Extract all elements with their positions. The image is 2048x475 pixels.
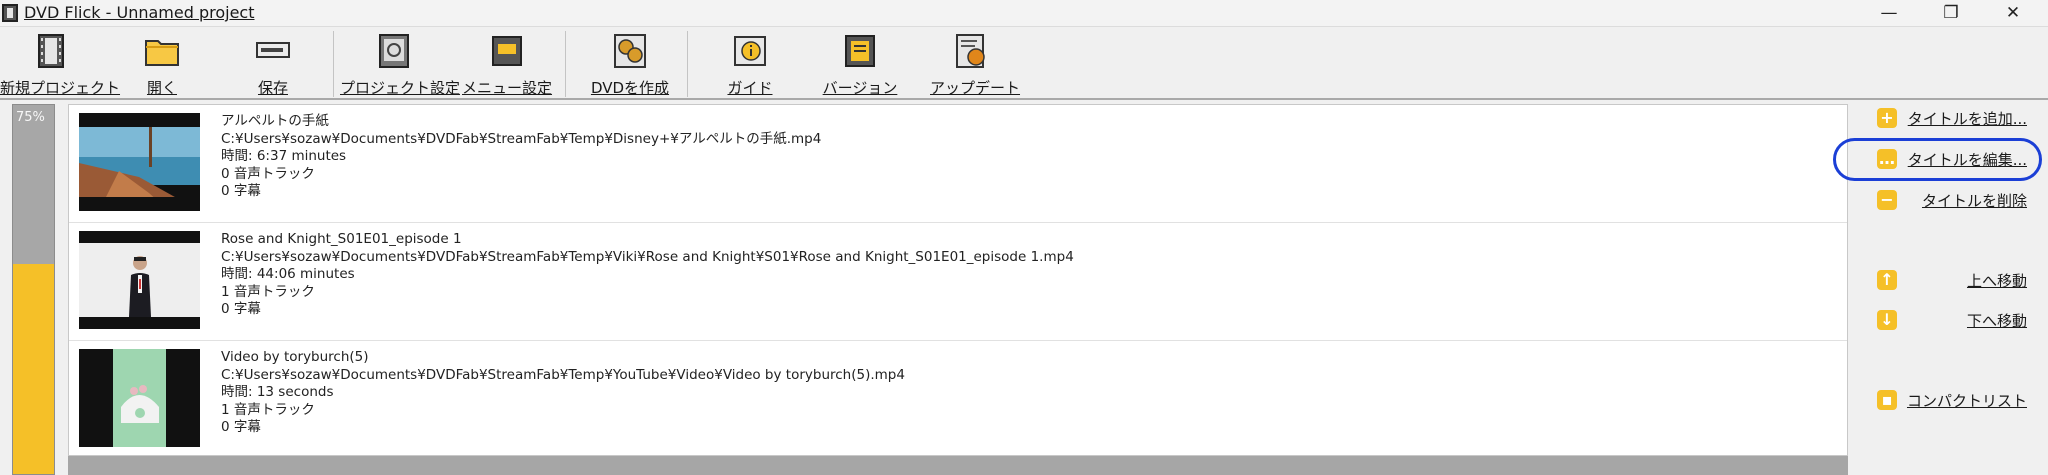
menu-settings-icon <box>492 36 522 66</box>
project-settings-button[interactable]: プロジェクト設定 <box>340 33 461 99</box>
title-audio-tracks: 1 音声トラック <box>221 283 315 300</box>
menu-settings-label: メニュー設定 <box>462 79 553 97</box>
title-list-item[interactable]: Rose and Knight_S01E01_episode 1 C:¥User… <box>69 223 1847 341</box>
title-duration: 時間: 44:06 minutes <box>221 266 355 283</box>
create-dvd-icon <box>614 34 646 68</box>
delete-title-label: タイトルを削除 <box>1921 192 2027 210</box>
title-path: C:¥Users¥sozaw¥Documents¥DVDFab¥StreamFa… <box>221 366 905 383</box>
version-label: バージョン <box>822 79 898 97</box>
add-title-label: タイトルを追加... <box>1907 110 2027 128</box>
title-subtitles: 0 字幕 <box>221 419 261 436</box>
save-button[interactable]: 保存 <box>243 33 303 99</box>
window-title: DVD Flick - Unnamed project <box>24 3 255 22</box>
folder-icon <box>145 40 179 66</box>
compact-list-label: コンパクトリスト <box>1906 392 2027 410</box>
toolbar-separator <box>565 31 566 97</box>
update-icon <box>956 34 985 68</box>
title-name: Rose and Knight_S01E01_episode 1 <box>221 231 462 247</box>
version-button[interactable]: バージョン <box>822 33 898 99</box>
remove-icon: − <box>1877 190 1897 210</box>
video-thumbnail <box>79 113 200 211</box>
capacity-percent: 75% <box>16 110 45 125</box>
title-path: C:¥Users¥sozaw¥Documents¥DVDFab¥StreamFa… <box>221 130 822 147</box>
update-button[interactable]: アップデート <box>930 33 1021 99</box>
guide-label: ガイド <box>727 79 773 97</box>
open-button[interactable]: 開く <box>132 33 192 99</box>
create-dvd-label: DVDを作成 <box>590 79 670 97</box>
list-empty-area <box>68 456 1848 475</box>
toolbar: 新規プロジェクト 開く 保存 プロジェクト設定 メニュー設定 DVDを作成 ガイ… <box>0 27 2048 100</box>
title-list[interactable]: アルペルトの手紙 C:¥Users¥sozaw¥Documents¥DVDFab… <box>68 104 1848 459</box>
project-settings-icon <box>379 34 409 68</box>
move-up-button[interactable]: ↑ 上へ移動 <box>1877 268 2027 292</box>
title-info: Video by toryburch(5) C:¥Users¥sozaw¥Doc… <box>221 349 905 437</box>
new-project-label: 新規プロジェクト <box>0 79 121 97</box>
list-view-icon: ▪ <box>1877 390 1897 410</box>
title-audio-tracks: 1 音声トラック <box>221 401 315 418</box>
title-path: C:¥Users¥sozaw¥Documents¥DVDFab¥StreamFa… <box>221 248 1074 265</box>
project-settings-label: プロジェクト設定 <box>340 79 461 97</box>
app-icon <box>2 4 18 22</box>
delete-title-button[interactable]: − タイトルを削除 <box>1877 188 2027 212</box>
drive-icon <box>256 42 290 58</box>
edit-title-highlight <box>1833 138 2042 181</box>
video-thumbnail <box>79 231 200 329</box>
title-duration: 時間: 6:37 minutes <box>221 148 347 165</box>
film-icon <box>38 34 64 68</box>
move-down-label: 下へ移動 <box>1966 312 2027 330</box>
arrow-up-icon: ↑ <box>1877 270 1897 290</box>
title-subtitles: 0 字幕 <box>221 301 261 318</box>
add-title-button[interactable]: + タイトルを追加... <box>1877 106 2027 130</box>
compact-list-button[interactable]: ▪ コンパクトリスト <box>1877 388 2027 412</box>
restore-button[interactable]: ❐ <box>1920 0 1982 26</box>
add-icon: + <box>1877 108 1897 128</box>
title-audio-tracks: 0 音声トラック <box>221 165 315 182</box>
title-duration: 時間: 13 seconds <box>221 384 334 401</box>
title-list-item[interactable]: Video by toryburch(5) C:¥Users¥sozaw¥Doc… <box>69 341 1847 459</box>
guide-button[interactable]: ガイド <box>720 33 780 99</box>
arrow-down-icon: ↓ <box>1877 310 1897 330</box>
title-name: アルペルトの手紙 <box>221 113 329 129</box>
title-bar: DVD Flick - Unnamed project — ❐ ✕ <box>0 0 2048 27</box>
toolbar-separator <box>333 31 334 97</box>
minimize-button[interactable]: — <box>1858 0 1920 26</box>
move-down-button[interactable]: ↓ 下へ移動 <box>1877 308 2027 332</box>
guide-icon <box>734 36 766 66</box>
new-project-button[interactable]: 新規プロジェクト <box>0 33 121 99</box>
update-label: アップデート <box>930 79 1021 97</box>
video-thumbnail <box>79 349 200 447</box>
title-subtitles: 0 字幕 <box>221 183 261 200</box>
move-up-label: 上へ移動 <box>1966 272 2027 290</box>
version-icon <box>845 35 875 67</box>
title-info: アルペルトの手紙 C:¥Users¥sozaw¥Documents¥DVDFab… <box>221 113 821 201</box>
create-dvd-button[interactable]: DVDを作成 <box>584 33 676 99</box>
title-list-item[interactable]: アルペルトの手紙 C:¥Users¥sozaw¥Documents¥DVDFab… <box>69 105 1847 223</box>
title-info: Rose and Knight_S01E01_episode 1 C:¥User… <box>221 231 1074 319</box>
open-label: 開く <box>146 79 177 97</box>
close-button[interactable]: ✕ <box>1982 0 2044 26</box>
menu-settings-button[interactable]: メニュー設定 <box>462 33 552 99</box>
capacity-progress-bar: 75% <box>12 104 55 475</box>
save-label: 保存 <box>257 79 288 97</box>
toolbar-separator <box>687 31 688 97</box>
title-name: Video by toryburch(5) <box>221 349 369 365</box>
capacity-progress-fill <box>13 263 54 474</box>
